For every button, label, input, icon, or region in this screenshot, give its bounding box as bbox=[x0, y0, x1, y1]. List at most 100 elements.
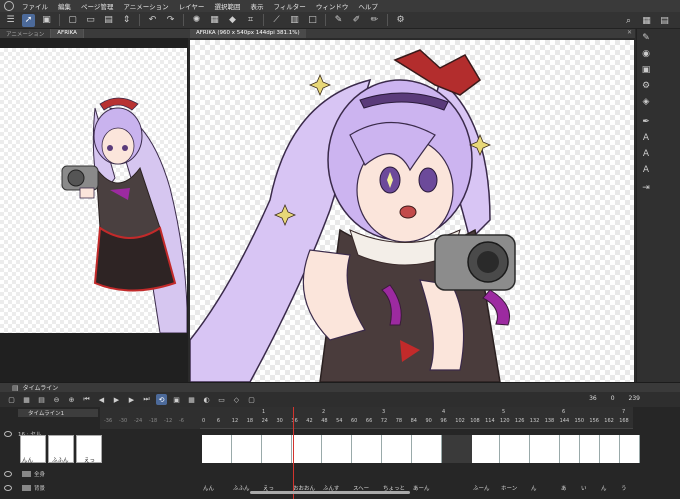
cel[interactable] bbox=[472, 435, 500, 463]
zoom-out-icon[interactable]: ⊖ bbox=[51, 394, 62, 405]
app-logo-icon[interactable] bbox=[4, 1, 14, 11]
light-table-icon[interactable]: ▭ bbox=[216, 394, 227, 405]
cel-label: ふーん bbox=[473, 486, 490, 492]
text-style-tool-icon[interactable]: A bbox=[641, 165, 651, 175]
cel[interactable] bbox=[620, 435, 640, 463]
last-frame-icon[interactable]: ⏭ bbox=[141, 394, 152, 405]
cel[interactable] bbox=[262, 435, 292, 463]
menu-layer[interactable]: レイヤー bbox=[179, 1, 205, 11]
start-frame[interactable]: 0 bbox=[611, 395, 615, 402]
cel[interactable] bbox=[412, 435, 442, 463]
hamburger-menu-icon[interactable]: ☰ bbox=[4, 14, 17, 27]
frame-rate-icon[interactable]: ▤ bbox=[36, 394, 47, 405]
first-frame-icon[interactable]: ⏮ bbox=[81, 394, 92, 405]
tab-animation[interactable]: アニメーション bbox=[0, 29, 52, 38]
menu-edit[interactable]: 編集 bbox=[58, 1, 71, 11]
prev-frame-icon[interactable]: ◀ bbox=[96, 394, 107, 405]
brush-icon[interactable]: ✐ bbox=[350, 14, 363, 27]
ruler-tick-label: 144 bbox=[559, 418, 570, 424]
tab-afrika[interactable]: AFRIKA bbox=[51, 29, 84, 38]
timeline-track-name[interactable]: タイムライン1 bbox=[18, 409, 98, 417]
specify-cel-icon[interactable]: ▦ bbox=[186, 394, 197, 405]
cel[interactable] bbox=[530, 435, 560, 463]
navigator-preview[interactable] bbox=[0, 48, 187, 333]
cel[interactable] bbox=[560, 435, 580, 463]
gear-icon[interactable]: ⚙ bbox=[641, 81, 651, 91]
cel[interactable] bbox=[382, 435, 412, 463]
cel-label: ふふん bbox=[233, 486, 250, 492]
menu-filter[interactable]: フィルター bbox=[273, 1, 305, 11]
eye-icon[interactable] bbox=[4, 471, 12, 477]
menu-animation[interactable]: アニメーション bbox=[123, 1, 168, 11]
brush-settings-icon[interactable]: ✎ bbox=[641, 33, 651, 43]
current-frame[interactable]: 36 bbox=[589, 395, 597, 402]
timeline-ruler-negative[interactable]: -36 -30 -24 -18 -12 -6 bbox=[100, 407, 200, 429]
sort-icon[interactable]: ⇕ bbox=[120, 14, 133, 27]
object-select-icon[interactable]: ➚ bbox=[22, 13, 35, 27]
square-icon[interactable]: □ bbox=[306, 14, 319, 27]
search-icon[interactable]: ⌕ bbox=[622, 14, 635, 27]
open-folder-icon[interactable]: ▭ bbox=[84, 14, 97, 27]
export-icon[interactable]: ⇥ bbox=[641, 183, 651, 193]
fill-icon[interactable]: ◆ bbox=[226, 14, 239, 27]
cel[interactable] bbox=[600, 435, 620, 463]
grid-view-icon[interactable]: ▦ bbox=[640, 14, 653, 27]
layers-icon[interactable]: ◈ bbox=[641, 97, 651, 107]
redo-icon[interactable]: ↷ bbox=[164, 14, 177, 27]
cel[interactable] bbox=[580, 435, 600, 463]
menu-view[interactable]: 表示 bbox=[250, 1, 263, 11]
end-frame[interactable]: 239 bbox=[629, 395, 640, 402]
cel[interactable] bbox=[352, 435, 382, 463]
layer-row-background[interactable]: 背景 bbox=[0, 483, 200, 493]
pen-icon[interactable]: ✎ bbox=[332, 14, 345, 27]
close-icon[interactable]: ✕ bbox=[627, 29, 632, 36]
save-icon[interactable]: ▤ bbox=[102, 14, 115, 27]
undo-icon[interactable]: ↶ bbox=[146, 14, 159, 27]
canvas-tab[interactable]: AFRIKA (960 x 540px 144dpi 381.1%) bbox=[190, 29, 306, 38]
eye-icon[interactable] bbox=[4, 485, 12, 491]
play-icon[interactable]: ▶ bbox=[111, 394, 122, 405]
settings-icon[interactable]: ⚙ bbox=[394, 14, 407, 27]
camera-icon[interactable]: ▢ bbox=[246, 394, 257, 405]
zoom-in-icon[interactable]: ⊕ bbox=[66, 394, 77, 405]
menu-help[interactable]: ヘルプ bbox=[358, 1, 378, 11]
text-alt-tool-icon[interactable]: A bbox=[641, 149, 651, 159]
next-frame-icon[interactable]: ▶ bbox=[126, 394, 137, 405]
spinner-icon[interactable]: ✺ bbox=[190, 14, 203, 27]
menu-window[interactable]: ウィンドウ bbox=[316, 1, 349, 11]
onion-skin-icon[interactable]: ◐ bbox=[201, 394, 212, 405]
ruler-second-label: 3 bbox=[382, 409, 386, 415]
horizontal-scrollbar[interactable] bbox=[250, 491, 410, 494]
pen-tool-icon[interactable]: ✒ bbox=[641, 117, 651, 127]
new-file-icon[interactable]: ▢ bbox=[66, 14, 79, 27]
timeline-ruler[interactable]: 0 6 12 18 24 30 36 42 48 54 60 66 72 78 84 90 96 102 108 11… bbox=[200, 407, 633, 429]
pencil-icon[interactable]: ✏ bbox=[368, 14, 381, 27]
grid-icon[interactable]: ▥ bbox=[288, 14, 301, 27]
new-timeline-icon[interactable]: ▢ bbox=[6, 394, 17, 405]
menu-selection[interactable]: 選択範囲 bbox=[214, 1, 240, 11]
edit-timeline-icon[interactable]: ▦ bbox=[21, 394, 32, 405]
menu-page[interactable]: ページ管理 bbox=[81, 1, 113, 11]
crop-icon[interactable]: ⌗ bbox=[244, 14, 257, 27]
eye-icon[interactable] bbox=[4, 431, 12, 437]
loop-icon[interactable]: ⟲ bbox=[156, 394, 167, 405]
cel[interactable] bbox=[232, 435, 262, 463]
palette-icon[interactable]: ▣ bbox=[641, 65, 651, 75]
color-wheel-icon[interactable]: ◉ bbox=[641, 49, 651, 59]
cel[interactable] bbox=[292, 435, 322, 463]
playhead[interactable] bbox=[293, 407, 294, 499]
diagonal-icon[interactable]: ⟋ bbox=[270, 14, 283, 27]
cel[interactable] bbox=[202, 435, 232, 463]
cel-strip[interactable]: んん ふふん えっ おおおん ふんす スヘー ちょっと あーん ふーん ホーンんあいんう bbox=[202, 435, 640, 492]
layers-toggle-icon[interactable]: ▣ bbox=[40, 14, 53, 27]
menu-file[interactable]: ファイル bbox=[22, 1, 48, 11]
cel[interactable] bbox=[500, 435, 530, 463]
cel[interactable] bbox=[322, 435, 352, 463]
layer-row-body[interactable]: 全身 bbox=[0, 469, 200, 479]
main-canvas[interactable] bbox=[190, 40, 634, 382]
text-tool-icon[interactable]: A bbox=[641, 133, 651, 143]
new-cel-icon[interactable]: ▣ bbox=[171, 394, 182, 405]
document-icon[interactable]: ▤ bbox=[658, 14, 671, 27]
keyframe-icon[interactable]: ◇ bbox=[231, 394, 242, 405]
clear-icon[interactable]: ▦ bbox=[208, 14, 221, 27]
